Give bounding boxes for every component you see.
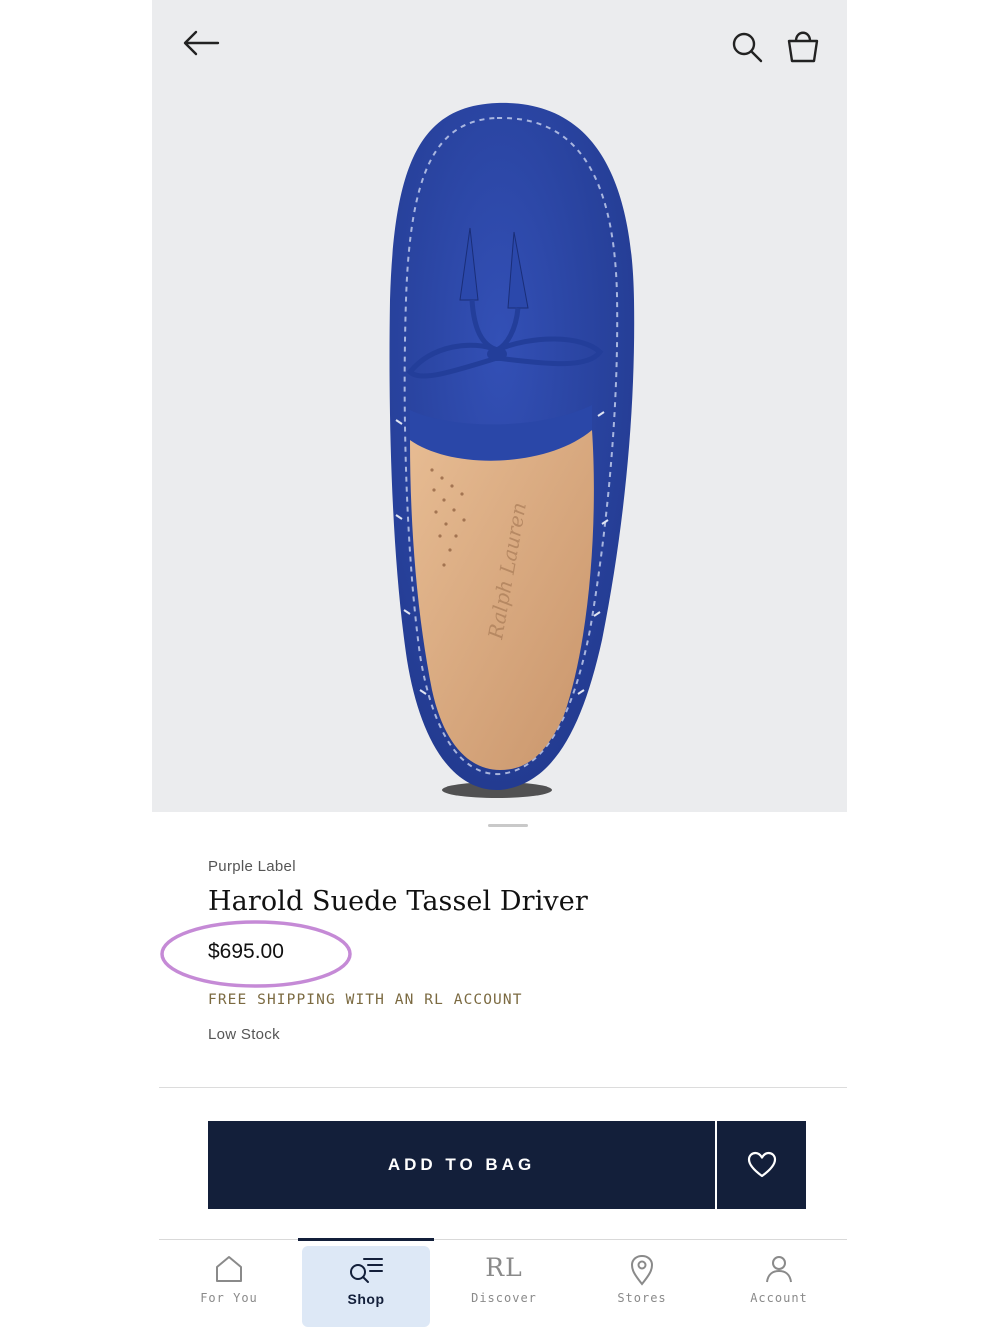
search-button[interactable] <box>730 30 764 64</box>
product-image: Ralph Lauren <box>389 102 635 798</box>
nav-label: Discover <box>471 1291 537 1305</box>
person-icon <box>766 1256 792 1283</box>
heart-icon <box>747 1151 776 1178</box>
nav-label: For You <box>200 1291 258 1305</box>
search-icon <box>732 32 763 63</box>
add-to-bag-button[interactable]: ADD TO BAG <box>208 1121 715 1209</box>
rl-logo-icon: RL <box>485 1253 523 1282</box>
free-shipping-note[interactable]: FREE SHIPPING WITH AN RL ACCOUNT <box>208 992 523 1008</box>
back-button[interactable] <box>180 26 222 60</box>
stock-status: Low Stock <box>208 1026 280 1043</box>
nav-item-account[interactable]: Account <box>711 1240 847 1329</box>
add-to-bag-label: ADD TO BAG <box>387 1155 536 1174</box>
home-icon <box>216 1256 242 1282</box>
nav-label: Account <box>750 1291 808 1305</box>
bottom-navigation: For You Shop RL Discover Stores Account <box>159 1238 847 1330</box>
product-price: $695.00 <box>208 940 284 963</box>
product-image-area[interactable]: Ralph Lauren <box>152 0 847 812</box>
active-tab-indicator <box>298 1238 434 1241</box>
wishlist-button[interactable] <box>717 1121 806 1209</box>
bag-button[interactable] <box>784 28 822 64</box>
nav-item-shop[interactable]: Shop <box>298 1238 434 1329</box>
nav-label: Stores <box>617 1291 667 1305</box>
shopping-bag-icon <box>787 31 819 63</box>
location-pin-icon <box>630 1254 654 1286</box>
nav-label: Shop <box>347 1291 385 1307</box>
nav-item-stores[interactable]: Stores <box>574 1240 710 1329</box>
sheet-handle[interactable] <box>488 824 528 827</box>
shop-search-icon <box>350 1258 383 1283</box>
product-detail-screen: Ralph Lauren Purple Label Harold Suede T… <box>152 0 847 1330</box>
nav-item-discover[interactable]: RL Discover <box>436 1240 572 1329</box>
arrow-left-icon <box>183 30 220 56</box>
product-brand: Purple Label <box>208 858 296 875</box>
product-title: Harold Suede Tassel Driver <box>208 886 588 917</box>
divider <box>159 1087 847 1088</box>
product-info-sheet: Purple Label Harold Suede Tassel Driver … <box>159 812 847 1330</box>
nav-item-for-you[interactable]: For You <box>161 1240 297 1329</box>
